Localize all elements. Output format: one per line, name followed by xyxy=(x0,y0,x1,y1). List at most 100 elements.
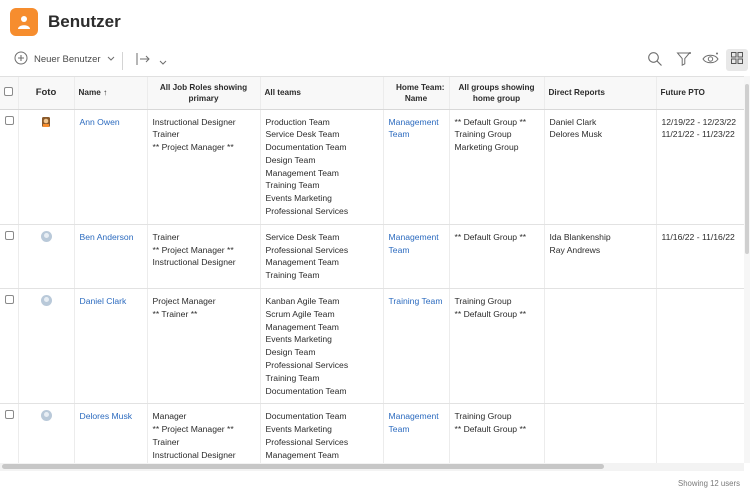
photo-cell xyxy=(18,109,75,225)
future-pto-cell: 11/16/22 - 11/16/22 xyxy=(656,224,744,290)
job-roles-cell-line: Instructional Designer xyxy=(152,116,236,127)
eye-icon[interactable] xyxy=(702,51,719,72)
teams-cell-line: Professional Services xyxy=(265,244,349,255)
future-pto-cell-line: 11/21/22 - 11/23/22 xyxy=(661,129,735,140)
teams-cell-line: Documentation Team xyxy=(265,385,347,396)
home-team-link-line[interactable]: Team xyxy=(389,423,444,436)
job-roles-cell-line: Trainer xyxy=(152,437,180,448)
new-user-button[interactable]: Neuer Benutzer xyxy=(14,51,115,68)
grid-icon xyxy=(731,51,743,69)
home-team-link-line[interactable]: Management xyxy=(389,231,444,244)
home-team-link[interactable]: Training Team xyxy=(383,288,450,405)
grid-view-button[interactable] xyxy=(726,49,748,71)
future-pto-cell-line: 11/16/22 - 11/16/22 xyxy=(661,231,735,242)
home-team-link[interactable]: Management Team xyxy=(383,109,450,225)
teams-cell: Production Team Service Desk Team Document… xyxy=(260,109,384,225)
teams-cell-line: Training Team xyxy=(265,372,320,383)
page-title: Benutzer xyxy=(48,12,121,31)
teams-cell-line: Scrum Agile Team xyxy=(265,308,335,319)
direct-reports-cell-line: Daniel Clark xyxy=(549,116,597,127)
user-name-link[interactable]: Daniel Clark xyxy=(74,288,148,405)
direct-reports-cell: Daniel Clark Delores Musk xyxy=(544,109,657,225)
row-select-cell[interactable] xyxy=(0,224,19,290)
select-all-checkbox[interactable] xyxy=(4,86,14,96)
column-home-team[interactable]: Home Team: Name xyxy=(383,77,450,110)
teams-cell-line: Management Team xyxy=(265,167,339,178)
user-name-link[interactable]: Ben Anderson xyxy=(74,224,148,290)
row-select-cell[interactable] xyxy=(0,403,19,463)
default-avatar-icon xyxy=(40,410,52,422)
future-pto-cell xyxy=(656,288,744,405)
teams-cell-line: Professional Services xyxy=(265,437,349,448)
toolbar-divider xyxy=(122,52,123,70)
job-roles-cell: Trainer ** Project Manager ** Instructiona… xyxy=(147,224,261,290)
column-groups[interactable]: All groups showing home group xyxy=(449,77,545,110)
user-name-link[interactable]: Ann Owen xyxy=(74,109,148,225)
column-name[interactable]: Name ↑ xyxy=(74,77,148,110)
users-table: Foto Name ↑ All Job Roles showing primary… xyxy=(0,76,744,463)
column-home-team-label-2: Name xyxy=(404,93,428,103)
teams-cell: Service Desk Team Professional Services Ma… xyxy=(260,224,384,290)
user-name-link[interactable]: Delores Musk xyxy=(74,403,148,463)
column-home-team-label: Home Team: xyxy=(395,82,445,92)
chevron-down-icon xyxy=(107,54,115,65)
vertical-scroll-thumb[interactable] xyxy=(745,84,749,254)
row-checkbox[interactable] xyxy=(5,410,14,420)
column-roles-label-2: primary xyxy=(188,93,219,103)
groups-cell: ** Default Group ** Training Group Marketi… xyxy=(449,109,545,225)
column-future-pto[interactable]: Future PTO xyxy=(656,77,744,110)
teams-cell-line: Design Team xyxy=(265,154,316,165)
table-row[interactable]: Ben Anderson Trainer ** Project Manager **… xyxy=(0,224,744,290)
row-checkbox[interactable] xyxy=(5,295,14,305)
home-team-link[interactable]: Management Team xyxy=(383,224,450,290)
row-checkbox[interactable] xyxy=(5,230,14,240)
teams-cell-line: Service Desk Team xyxy=(265,129,340,140)
direct-reports-cell: Ida Blankenship Ray Andrews xyxy=(544,224,657,290)
groups-cell-line: Training Group xyxy=(454,129,512,140)
row-select-cell[interactable] xyxy=(0,288,19,405)
add-circle-icon xyxy=(14,51,28,68)
table-row[interactable]: Daniel Clark Project Manager ** Trainer **… xyxy=(0,288,744,405)
column-roles[interactable]: All Job Roles showing primary xyxy=(147,77,261,110)
teams-cell-line: Events Marketing xyxy=(265,193,332,204)
row-checkbox[interactable] xyxy=(5,115,14,125)
direct-reports-cell xyxy=(544,288,657,405)
teams-cell-line: Training Team xyxy=(265,180,320,191)
table-row[interactable]: Ann Owen Instructional Designer Trainer ** … xyxy=(0,109,744,225)
page-header: Benutzer xyxy=(0,0,750,46)
teams-cell: Documentation Team Events Marketing Profes… xyxy=(260,403,384,463)
teams-cell-line: Service Desk Team xyxy=(265,231,340,242)
teams-cell-line: Documentation Team xyxy=(265,411,347,422)
filter-icon[interactable] xyxy=(676,51,692,72)
teams-cell-line: Professional Services xyxy=(265,206,349,217)
horizontal-scroll-thumb[interactable] xyxy=(2,464,604,469)
home-team-link[interactable]: Management Team xyxy=(383,403,450,463)
job-roles-cell: Instructional Designer Trainer ** Project … xyxy=(147,109,261,225)
home-team-link-line[interactable]: Management xyxy=(389,116,444,129)
future-pto-cell-line: 12/19/22 - 12/23/22 xyxy=(661,116,737,127)
home-team-link-line[interactable]: Team xyxy=(389,128,444,141)
groups-cell-line: Training Group xyxy=(454,296,512,307)
select-all-cell[interactable] xyxy=(0,77,19,110)
column-direct-reports[interactable]: Direct Reports xyxy=(544,77,657,110)
column-foto[interactable]: Foto xyxy=(18,77,75,110)
default-avatar-icon xyxy=(40,230,52,242)
job-roles-cell-line: ** Project Manager ** xyxy=(152,244,234,255)
new-user-label: Neuer Benutzer xyxy=(34,54,101,65)
home-team-link-line[interactable]: Management xyxy=(389,410,444,423)
groups-cell: ** Default Group ** xyxy=(449,224,545,290)
home-team-link-line[interactable]: Training Team xyxy=(389,295,444,308)
teams-cell-line: Kanban Agile Team xyxy=(265,296,340,307)
teams-cell-line: Management Team xyxy=(265,449,339,460)
row-select-cell[interactable] xyxy=(0,109,19,225)
horizontal-scrollbar[interactable] xyxy=(0,463,744,471)
photo-cell xyxy=(18,288,75,405)
user-avatar-icon xyxy=(40,116,52,130)
direct-reports-cell-line: Ida Blankenship xyxy=(549,231,611,242)
table-row[interactable]: Delores Musk Manager ** Project Manager **… xyxy=(0,403,744,463)
home-team-link-line[interactable]: Team xyxy=(389,244,444,257)
export-button[interactable] xyxy=(135,52,167,71)
search-icon[interactable] xyxy=(647,51,663,72)
column-teams[interactable]: All teams xyxy=(260,77,384,110)
vertical-scrollbar[interactable] xyxy=(744,76,750,463)
